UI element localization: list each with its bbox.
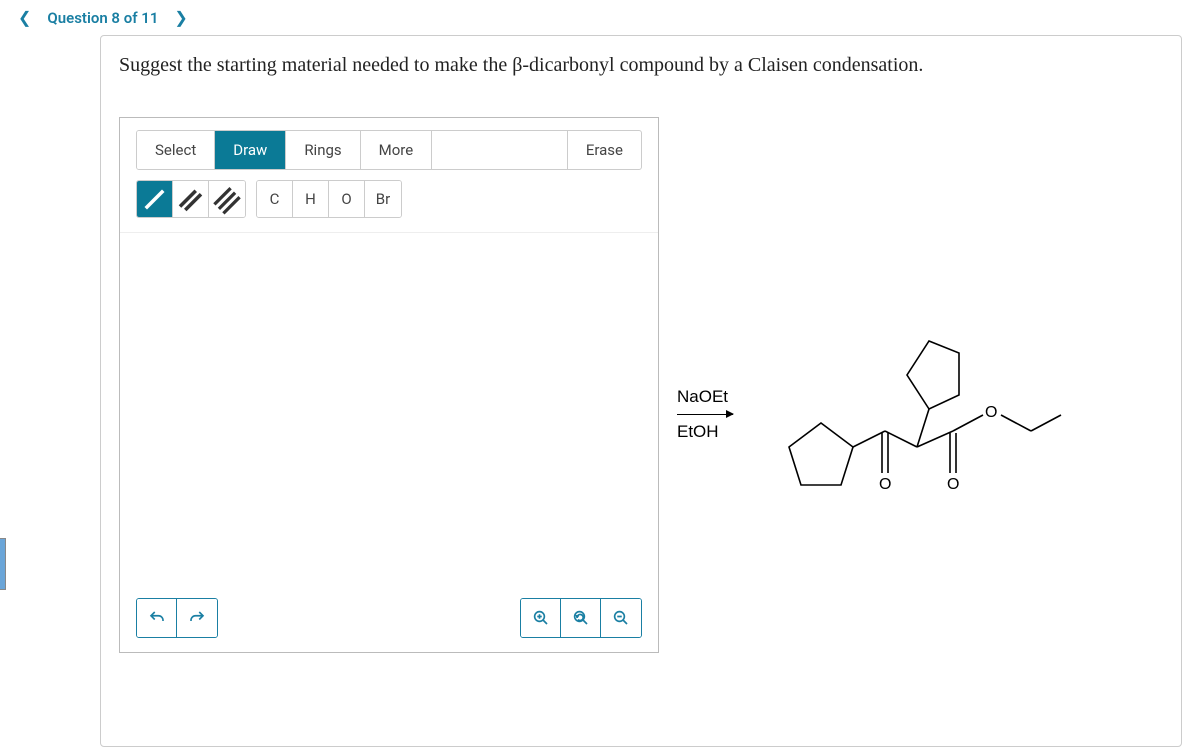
reagent-bottom: EtOH (677, 422, 719, 442)
prev-question-arrow[interactable]: ❮ (14, 8, 35, 27)
content-row: Select Draw Rings More Erase (119, 117, 1163, 653)
reagent-top: NaOEt (677, 387, 728, 407)
reaction-conditions: NaOEt EtOH (677, 387, 733, 442)
element-h[interactable]: H (293, 181, 329, 217)
zoom-reset-button[interactable] (561, 599, 601, 637)
bottom-toolbar (136, 598, 642, 638)
tab-draw[interactable]: Draw (215, 131, 286, 169)
svg-text:O: O (985, 404, 997, 421)
drawing-canvas[interactable] (120, 233, 658, 613)
bond-triple[interactable] (209, 181, 245, 217)
toolbar-buttons: C H O Br (120, 170, 658, 233)
question-prompt: Suggest the starting material needed to … (119, 54, 1163, 77)
element-group: C H O Br (256, 180, 402, 218)
tab-select[interactable]: Select (137, 131, 215, 169)
reaction-arrow-icon (677, 414, 733, 415)
svg-text:O: O (879, 476, 891, 493)
next-question-arrow[interactable]: ❯ (170, 8, 191, 27)
question-card: Suggest the starting material needed to … (100, 35, 1182, 747)
molecule-svg: O O O (759, 317, 1079, 537)
zoom-out-button[interactable] (601, 599, 641, 637)
zoom-group (520, 598, 642, 638)
tab-erase[interactable]: Erase (567, 131, 641, 169)
undo-button[interactable] (137, 599, 177, 637)
bond-group (136, 180, 246, 218)
tool-tab-group: Select Draw Rings More Erase (136, 130, 642, 170)
redo-button[interactable] (177, 599, 217, 637)
drawing-panel: Select Draw Rings More Erase (119, 117, 659, 653)
zoom-in-button[interactable] (521, 599, 561, 637)
undo-redo-group (136, 598, 218, 638)
product-structure: O O O (759, 317, 1079, 541)
tab-rings[interactable]: Rings (286, 131, 360, 169)
element-c[interactable]: C (257, 181, 293, 217)
element-o[interactable]: O (329, 181, 365, 217)
element-br[interactable]: Br (365, 181, 401, 217)
top-nav: ❮ Question 8 of 11 ❯ (0, 0, 1200, 35)
svg-text:O: O (947, 476, 959, 493)
toolbar-tabs: Select Draw Rings More Erase (120, 118, 658, 170)
side-indicator (0, 538, 6, 590)
tab-more[interactable]: More (361, 131, 433, 169)
bond-single[interactable] (137, 181, 173, 217)
bond-double[interactable] (173, 181, 209, 217)
question-counter: Question 8 of 11 (47, 9, 158, 27)
